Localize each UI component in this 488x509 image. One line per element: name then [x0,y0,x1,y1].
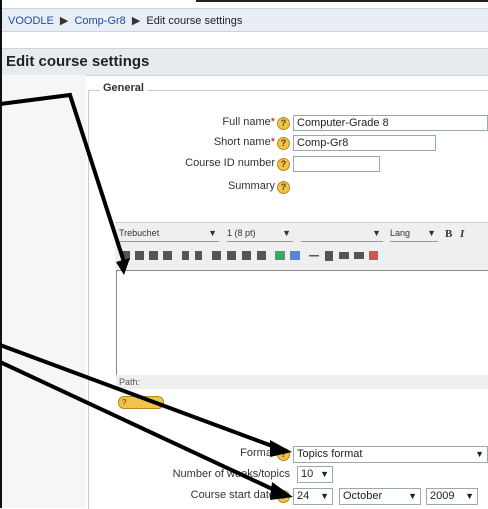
chevron-down-icon: ▼ [372,228,381,238]
indent-icon [257,251,266,260]
start-day-select[interactable]: 24 ▼ [293,488,333,505]
format-block-select[interactable]: ▼ [301,228,383,242]
bg-color-icon [290,251,300,260]
breadcrumb-root-link[interactable]: VOODLE [8,15,54,27]
breadcrumb-current: Edit course settings [146,15,243,27]
start-year-value: 2009 [430,490,455,502]
required-mark: * [270,116,275,128]
ltr-icon [182,251,189,260]
editor-help-badge[interactable]: ? [118,396,164,409]
align-left-icon [121,251,130,260]
breadcrumb: VOODLE ▶ Comp-Gr8 ▶ Edit course settings [2,8,488,32]
chevron-down-icon: ▼ [475,449,484,459]
align-justify-icon [163,251,172,260]
start-month-select[interactable]: October ▼ [339,488,421,505]
help-icon[interactable]: ? [277,137,290,150]
chevron-down-icon: ▼ [320,469,329,479]
help-icon[interactable]: ? [277,181,290,194]
text-color-icon [275,251,285,260]
horizontal-rule-icon [309,255,319,257]
left-pane [2,75,86,508]
link-icon [339,252,349,259]
help-icon[interactable]: ? [277,158,290,171]
format-select-value: Topics format [297,448,363,460]
language-value: Lang [390,228,411,238]
bold-button[interactable]: B [445,228,452,240]
ordered-list-icon [212,251,221,260]
unlink-icon [354,252,364,259]
help-icon[interactable]: ? [277,490,290,503]
chevron-down-icon: ▼ [408,491,417,501]
help-icon[interactable]: ? [277,117,290,130]
weeks-select[interactable]: 10 ▼ [297,466,333,483]
course-id-label: Course ID number [185,157,275,169]
format-select[interactable]: Topics format ▼ [293,446,488,463]
font-family-select[interactable]: Trebuchet ▼ [119,228,219,242]
chevron-down-icon: ▼ [282,228,291,238]
editor-toolbar: Trebuchet ▼ 1 (8 pt) ▼ ▼ Lang ▼ B I [115,222,488,271]
italic-button[interactable]: I [460,228,464,240]
breadcrumb-separator: ▶ [131,15,141,27]
short-name-label: Short name* [165,136,275,148]
weeks-select-value: 10 [301,468,314,480]
rtl-icon [195,251,202,260]
align-center-icon [135,251,144,260]
image-icon [369,251,378,260]
weeks-label: Number of weeks/topics [172,468,290,480]
full-name-label: Full name* [165,116,275,128]
required-mark: * [270,136,275,148]
frame-top-border [196,0,488,2]
full-name-label-text: Full name [222,116,271,128]
start-date-label: Course start date [190,489,275,501]
short-name-label-text: Short name [213,136,271,148]
section-legend: General [100,82,147,94]
font-family-value: Trebuchet [119,228,160,238]
full-name-input[interactable]: Computer-Grade 8 [293,115,488,131]
align-right-icon [149,251,158,260]
chevron-down-icon: ▼ [320,491,329,501]
course-id-input[interactable] [293,156,380,172]
screenshot-frame: VOODLE ▶ Comp-Gr8 ▶ Edit course settings… [0,0,488,509]
summary-editor-area[interactable] [116,270,488,376]
unordered-list-icon [227,251,236,260]
page-title-bar: Edit course settings [2,48,488,76]
start-day-value: 24 [297,490,310,502]
page-title: Edit course settings [6,53,150,70]
font-size-select[interactable]: 1 (8 pt) ▼ [227,228,293,242]
chevron-down-icon: ▼ [427,228,436,238]
start-year-select[interactable]: 2009 ▼ [426,488,478,505]
breadcrumb-separator: ▶ [59,15,69,27]
outdent-icon [242,251,251,260]
summary-label: Summary [227,180,275,192]
short-name-input[interactable]: Comp-Gr8 [293,135,436,151]
format-label: Format [240,447,275,459]
anchor-icon [325,251,333,261]
font-size-value: 1 (8 pt) [227,228,256,238]
chevron-down-icon: ▼ [208,228,217,238]
editor-path-bar: Path: [116,375,488,389]
help-icon[interactable]: ? [277,448,290,461]
start-month-value: October [343,490,383,502]
chevron-down-icon: ▼ [465,491,474,501]
breadcrumb-course-link[interactable]: Comp-Gr8 [74,15,125,27]
toolbar-button-row [121,251,378,261]
language-select[interactable]: Lang ▼ [390,228,438,242]
